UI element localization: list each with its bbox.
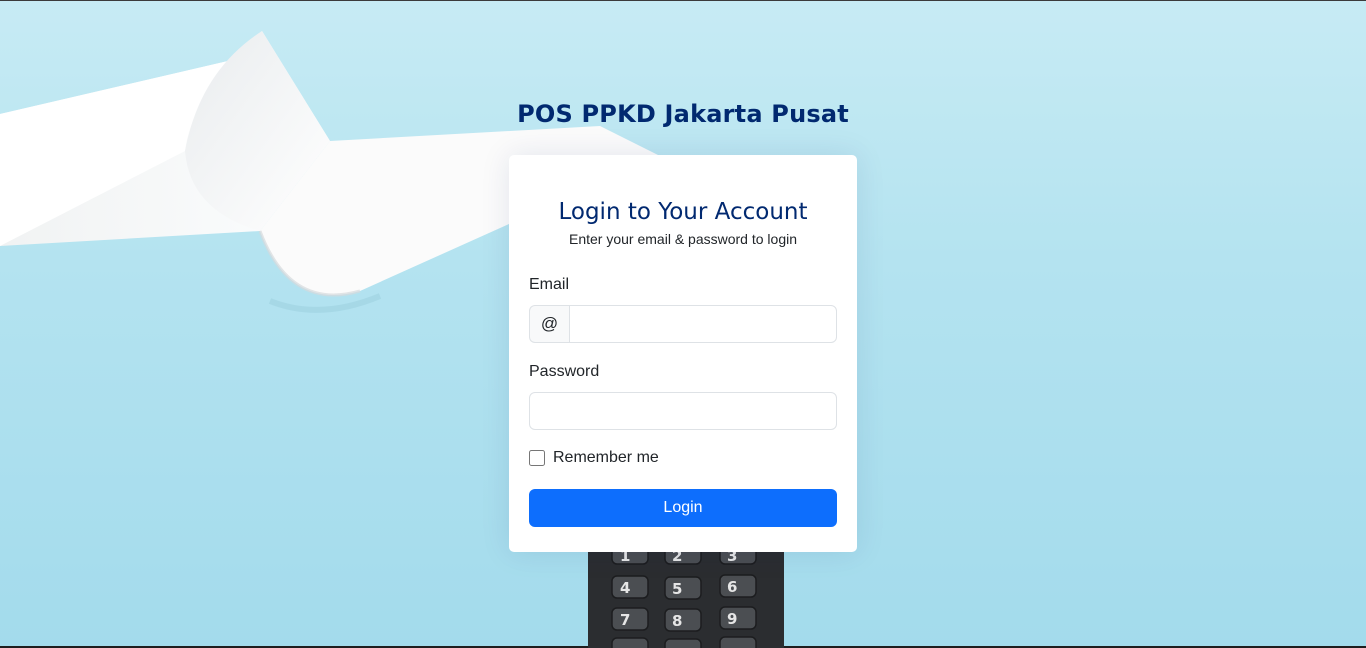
- email-field[interactable]: [569, 305, 837, 343]
- svg-text:4: 4: [620, 579, 630, 597]
- login-card: Login to Your Account Enter your email &…: [509, 155, 857, 552]
- password-field[interactable]: [529, 392, 837, 430]
- login-button[interactable]: Login: [529, 489, 837, 527]
- password-label: Password: [529, 363, 600, 380]
- at-sign-icon: @: [529, 305, 569, 343]
- card-title: Login to Your Account: [558, 199, 808, 225]
- card-subtitle: Enter your email & password to login: [569, 231, 797, 247]
- remember-me-label[interactable]: Remember me: [553, 449, 659, 467]
- email-input-group: @: [529, 305, 837, 343]
- remember-me-checkbox[interactable]: [529, 450, 545, 466]
- svg-text:7: 7: [620, 611, 630, 629]
- svg-text:8: 8: [672, 612, 682, 630]
- site-title: POS PPKD Jakarta Pusat: [517, 100, 849, 128]
- svg-text:6: 6: [727, 578, 737, 596]
- remember-me-row: Remember me: [529, 449, 837, 467]
- svg-text:9: 9: [727, 610, 737, 628]
- svg-text:5: 5: [672, 580, 682, 598]
- card-terminal-keypad: 123 456 789: [588, 541, 784, 648]
- email-label: Email: [529, 276, 570, 293]
